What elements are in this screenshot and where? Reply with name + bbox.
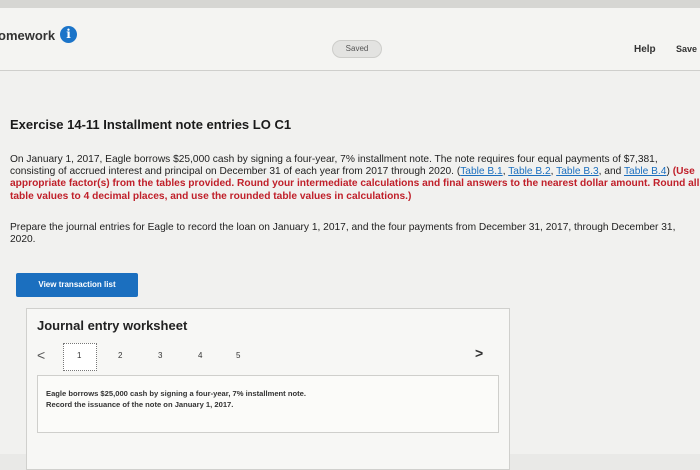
separator: ) <box>666 166 670 178</box>
table-b2-link[interactable]: Table B.2 <box>508 166 550 177</box>
save-button[interactable]: Save <box>676 44 697 54</box>
homework-title: omework <box>0 28 56 43</box>
table-b3-link[interactable]: Table B.3 <box>556 166 598 177</box>
entry-description: Eagle borrows $25,000 cash by signing a … <box>46 388 306 410</box>
view-transaction-list-button[interactable]: View transaction list <box>16 273 138 297</box>
browser-strip <box>0 0 700 8</box>
homework-header: omework i Saved Help Save <box>0 8 700 71</box>
table-b1-link[interactable]: Table B.1 <box>460 166 502 177</box>
page-tab-3[interactable]: 3 <box>158 351 162 360</box>
page-tab-5[interactable]: 5 <box>236 351 240 360</box>
entry-description-box: Eagle borrows $25,000 cash by signing a … <box>37 375 499 433</box>
exercise-title: Exercise 14-11 Installment note entries … <box>10 117 292 132</box>
help-button[interactable]: Help <box>634 44 656 55</box>
exercise-content: Exercise 14-11 Installment note entries … <box>0 71 700 470</box>
worksheet-title: Journal entry worksheet <box>37 318 188 333</box>
entry-line-2: Record the issuance of the note on Janua… <box>46 400 234 409</box>
separator: , and <box>598 166 624 178</box>
info-icon[interactable]: i <box>60 26 77 43</box>
page-tab-2[interactable]: 2 <box>118 351 122 360</box>
chevron-left-icon[interactable]: < <box>37 347 45 363</box>
entry-line-1: Eagle borrows $25,000 cash by signing a … <box>46 389 306 398</box>
page-tab-1[interactable]: 1 <box>77 351 81 360</box>
chevron-right-icon[interactable]: > <box>475 345 483 361</box>
saved-status-badge: Saved <box>332 40 382 58</box>
page-tab-4[interactable]: 4 <box>198 351 202 360</box>
table-b4-link[interactable]: Table B.4 <box>624 166 666 177</box>
journal-entry-worksheet: Journal entry worksheet < 1 2 3 4 5 > Ea… <box>26 308 510 470</box>
problem-statement: On January 1, 2017, Eagle borrows $25,00… <box>10 154 700 203</box>
prepare-instruction: Prepare the journal entries for Eagle to… <box>10 222 676 246</box>
